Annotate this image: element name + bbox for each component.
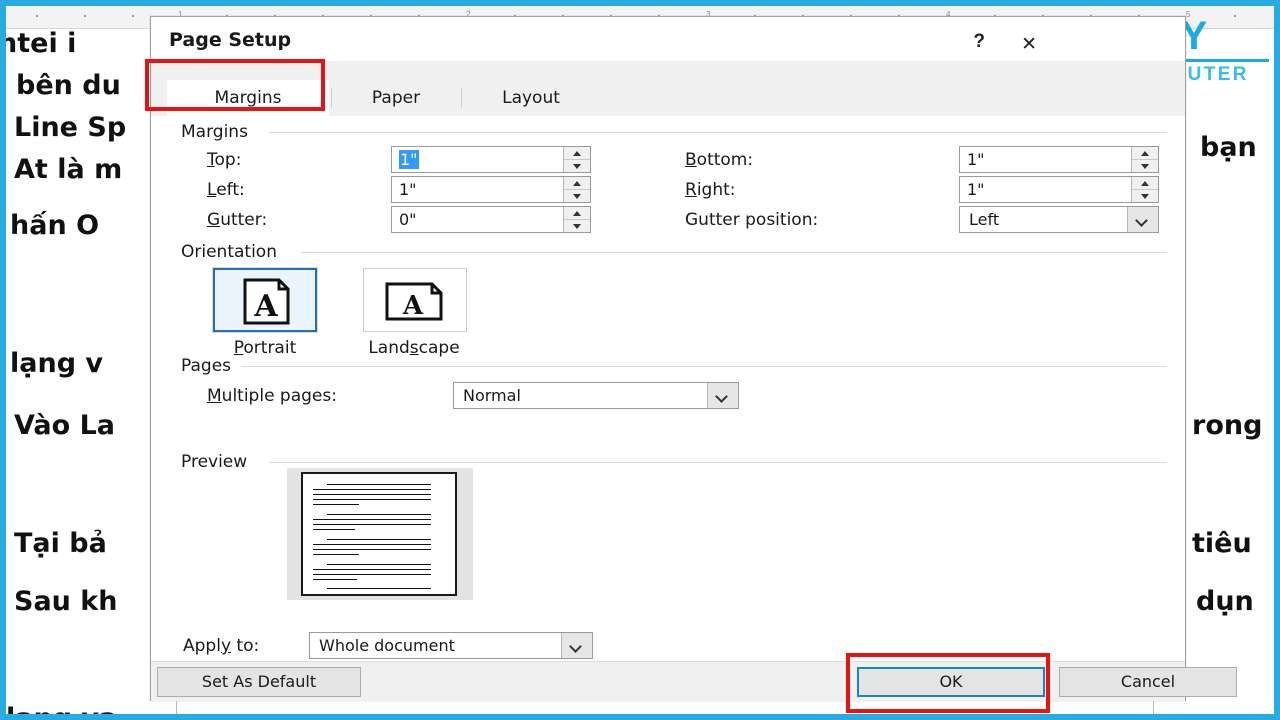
dialog-footer: Set As Default OK Cancel — [151, 661, 1237, 701]
stepper-down-icon[interactable] — [1132, 160, 1158, 172]
doc-line-right: bạn — [1200, 132, 1257, 163]
close-icon[interactable]: ✕ — [1021, 33, 1037, 55]
stepper-up-icon[interactable] — [564, 207, 590, 220]
left-margin-value: 1" — [399, 180, 417, 199]
doc-line: Line Sp — [14, 112, 127, 143]
doc-line: hấn O — [10, 210, 100, 241]
orientation-landscape-label: Landscape — [368, 338, 460, 358]
stepper-up-icon[interactable] — [1132, 177, 1158, 190]
group-divider — [269, 132, 1167, 133]
group-divider — [241, 366, 1167, 367]
top-margin-label: Top: — [207, 150, 242, 170]
doc-line: Vào La — [14, 410, 116, 441]
right-margin-value: 1" — [967, 180, 985, 199]
tab-divider — [331, 88, 332, 108]
right-margin-label: Right: — [685, 180, 736, 200]
set-as-default-button[interactable]: Set As Default — [157, 667, 361, 697]
orientation-portrait-label: Portrait — [233, 338, 297, 358]
preview-page — [301, 472, 457, 596]
right-margin-spinner[interactable]: 1" — [959, 176, 1159, 203]
doc-line: Sau kh — [14, 586, 118, 617]
group-divider — [301, 252, 1167, 253]
doc-line: At là m — [14, 154, 123, 185]
dialog-tabstrip: Margins Paper Layout — [151, 80, 1185, 117]
doc-line-right: rong — [1192, 410, 1263, 441]
cancel-button[interactable]: Cancel — [1059, 667, 1237, 697]
multiple-pages-select[interactable]: Normal — [453, 382, 739, 409]
dialog-title: Page Setup — [169, 29, 292, 51]
gutter-stepper[interactable] — [563, 207, 590, 232]
stepper-up-icon[interactable] — [564, 177, 590, 190]
multiple-pages-value: Normal — [463, 386, 521, 405]
top-margin-value: 1" — [399, 150, 419, 169]
left-margin-stepper[interactable] — [563, 177, 590, 202]
top-margin-spinner[interactable]: 1" — [391, 146, 591, 173]
stepper-up-icon[interactable] — [1132, 147, 1158, 160]
orientation-group-title: Orientation — [181, 242, 277, 262]
top-margin-stepper[interactable] — [563, 147, 590, 172]
tab-margins[interactable]: Margins — [167, 80, 329, 116]
stepper-down-icon[interactable] — [564, 190, 590, 202]
doc-line: Tại bả — [14, 528, 107, 559]
doc-line: lạng v — [10, 348, 104, 379]
gutter-position-select[interactable]: Left — [959, 206, 1159, 233]
doc-line-right: dụn — [1196, 586, 1254, 617]
margins-group-title: Margins — [181, 122, 248, 142]
portrait-page-icon: A — [241, 278, 293, 331]
svg-text:A: A — [253, 289, 278, 324]
chevron-down-icon[interactable] — [561, 633, 592, 658]
doc-line: ntei i — [6, 28, 77, 59]
ok-button[interactable]: OK — [857, 667, 1045, 697]
dialog-body: Margins Top: 1" Bottom: 1" Left: 1" Righ… — [151, 116, 1185, 661]
left-margin-label: Left: — [207, 180, 245, 200]
tab-layout[interactable]: Layout — [466, 80, 596, 116]
help-icon[interactable]: ? — [973, 31, 985, 53]
gutter-value: 0" — [399, 210, 417, 229]
apply-to-label: Apply to: — [183, 636, 260, 656]
pages-group-title: Pages — [181, 356, 232, 376]
dialog-titlebar[interactable]: Page Setup ? ✕ — [151, 17, 1185, 61]
left-margin-spinner[interactable]: 1" — [391, 176, 591, 203]
right-margin-stepper[interactable] — [1131, 177, 1158, 202]
stepper-up-icon[interactable] — [564, 147, 590, 160]
landscape-page-icon: A — [384, 281, 446, 328]
set-as-default-label: Set As Default — [201, 672, 317, 691]
orientation-landscape-option[interactable]: A — [363, 268, 467, 332]
group-divider — [269, 462, 1167, 463]
gutter-spinner[interactable]: 0" — [391, 206, 591, 233]
doc-line-right: tiêu — [1192, 528, 1252, 559]
chevron-down-icon[interactable] — [1127, 207, 1158, 232]
stepper-down-icon[interactable] — [564, 220, 590, 232]
page-setup-dialog: Page Setup ? ✕ Margins Paper Layout Marg… — [150, 16, 1237, 701]
bottom-margin-stepper[interactable] — [1131, 147, 1158, 172]
doc-line: lang va — [6, 703, 117, 714]
cancel-label: Cancel — [1120, 672, 1176, 691]
bottom-margin-label: Bottom: — [685, 150, 754, 170]
tab-divider — [461, 88, 462, 108]
stepper-down-icon[interactable] — [1132, 190, 1158, 202]
tab-paper[interactable]: Paper — [336, 80, 456, 116]
doc-line: bên du — [16, 70, 121, 101]
apply-to-select[interactable]: Whole document — [309, 632, 593, 659]
orientation-portrait-option[interactable]: A — [212, 267, 318, 333]
chevron-down-icon[interactable] — [707, 383, 738, 408]
bottom-margin-spinner[interactable]: 1" — [959, 146, 1159, 173]
gutter-position-value: Left — [969, 210, 1000, 229]
preview-thumbnail — [287, 468, 473, 600]
preview-group-title: Preview — [181, 452, 248, 472]
svg-text:A: A — [402, 291, 424, 321]
bottom-margin-value: 1" — [967, 150, 985, 169]
ok-label: OK — [939, 672, 963, 691]
multiple-pages-label: Multiple pages: — [207, 386, 337, 406]
gutter-position-label: Gutter position: — [685, 210, 819, 230]
stepper-down-icon[interactable] — [564, 160, 590, 172]
apply-to-value: Whole document — [319, 636, 455, 655]
gutter-label: Gutter: — [207, 210, 268, 230]
